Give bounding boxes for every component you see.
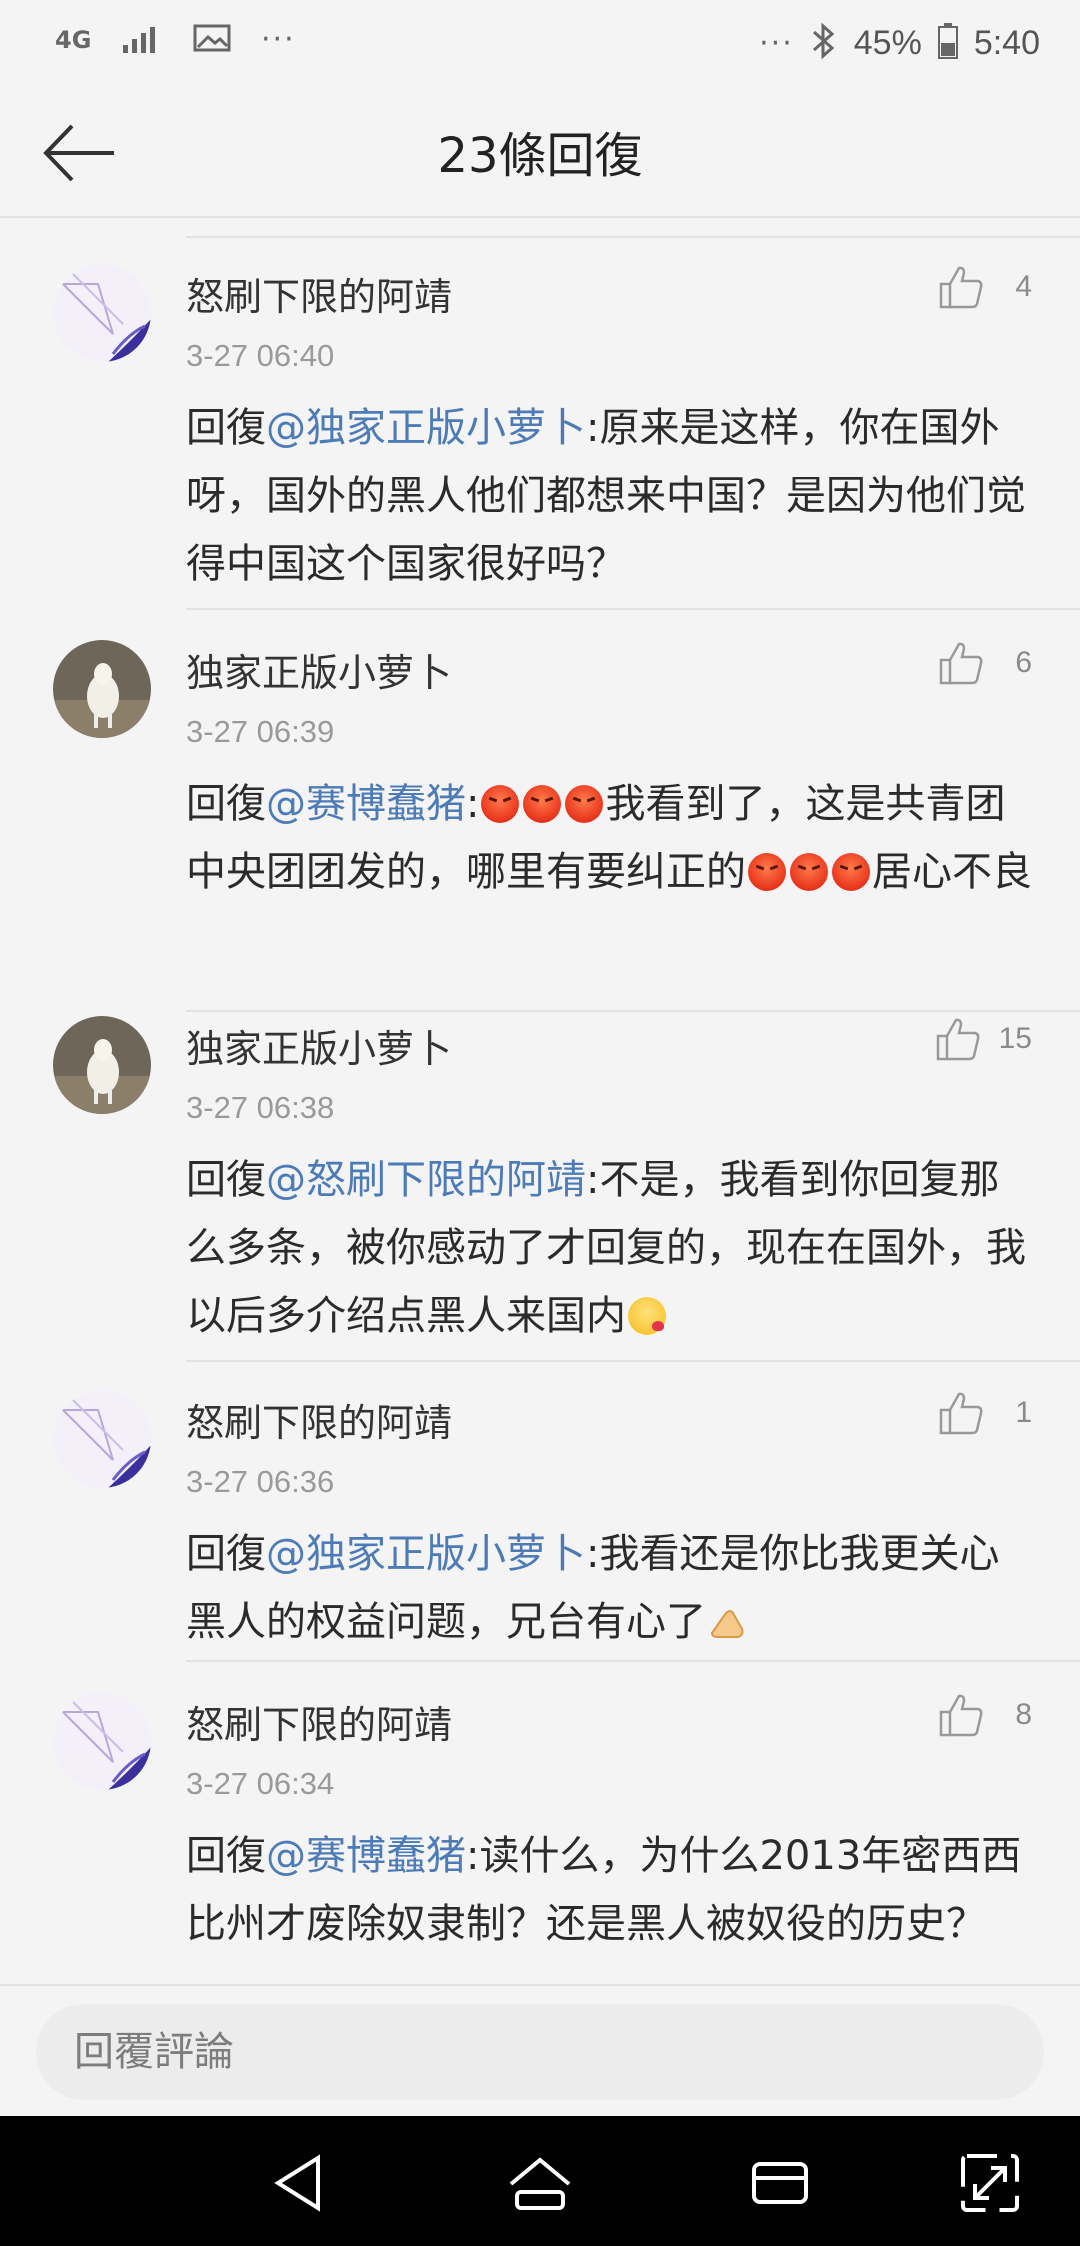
network-4g-icon: 4G [55,25,92,54]
comment-item: 怒刷下限的阿靖 3-27 06:36 1 回復@独家正版小萝卜:我看还是你比我更… [0,1390,1080,1662]
more-notifications-icon: ··· [261,22,296,57]
reply-input[interactable]: 回覆評論 [36,2004,1044,2100]
thumbs-up-icon [939,642,983,685]
comment-text: 回復@独家正版小萝卜:我看还是你比我更关心黑人的权益问题，兄台有心了 [186,1520,1036,1656]
reply-prefix: 回復 [186,781,266,827]
like-button[interactable]: 8 [938,1692,1032,1738]
like-button[interactable]: 4 [938,264,1032,310]
thumbs-up-icon [939,1694,983,1737]
comment-time: 3-27 06:39 [186,714,335,749]
like-button[interactable]: 1 [938,1390,1032,1436]
battery-percent: 45% [853,23,922,62]
reply-prefix: 回復 [186,1531,266,1577]
avatar[interactable] [53,264,151,362]
comment-content: : [466,781,480,827]
nav-back-icon [274,2154,320,2212]
thumbs-up-icon [936,1018,980,1061]
comment-content: 居心不良 [872,849,1032,895]
like-button[interactable]: 6 [938,640,1032,686]
mention-link[interactable]: @独家正版小萝卜 [266,1531,586,1577]
mention-link[interactable]: @怒刷下限的阿靖 [266,1157,586,1203]
reply-bar: 回覆評論 [0,1984,1080,2116]
signal-icon [121,23,163,57]
comment-author[interactable]: 独家正版小萝卜 [186,1018,452,1073]
comment-item: 怒刷下限的阿靖 3-27 06:34 8 回復@赛博蠢猪:读什么，为什么2013… [0,1692,1080,1984]
bluetooth-icon [810,22,838,64]
comment-author[interactable]: 怒刷下限的阿靖 [186,1694,452,1749]
comment-author[interactable]: 怒刷下限的阿靖 [186,1392,452,1447]
like-count: 1 [1015,1396,1032,1429]
divider [186,1660,1080,1662]
page-title: 23條回復 [437,128,643,184]
title-bar: 23條回復 [0,90,1080,218]
comment-text: 回復@赛博蠢猪:读什么，为什么2013年密西西比州才废除奴隶制？还是黑人被奴役的… [186,1822,1036,1958]
reply-prefix: 回復 [186,1157,266,1203]
comment-time: 3-27 06:38 [186,1090,335,1125]
comment-time: 3-27 06:36 [186,1464,335,1499]
comment-text: 回復@怒刷下限的阿靖:不是，我看到你回复那么多条，被你感动了才回复的，现在在国外… [186,1146,1036,1350]
comment-text: 回復@赛博蠢猪: 我看到了，这是共青团中央团团发的，哪里有要纠正的 居心不良 [186,770,1036,906]
avatar[interactable] [53,640,151,738]
expand-icon [961,2154,1019,2212]
mention-link[interactable]: @赛博蠢猪 [266,781,466,827]
mention-link[interactable]: @独家正版小萝卜 [266,405,586,451]
like-button[interactable]: 15 [935,1016,1032,1062]
divider [186,608,1080,610]
reply-prefix: 回復 [186,1833,266,1879]
divider [186,236,1080,238]
divider [186,1010,1080,1012]
angry-emoji-icon [523,785,562,823]
clock: 5:40 [973,23,1040,62]
reply-prefix: 回復 [186,405,266,451]
comment-author[interactable]: 独家正版小萝卜 [186,642,452,697]
angry-emoji-icon [832,853,870,891]
thumbs-up-icon [939,266,983,309]
clap-emoji-icon [708,1594,746,1638]
avatar[interactable] [53,1016,151,1114]
recents-icon [752,2162,808,2204]
angry-emoji-icon [748,853,786,891]
nav-expand-button[interactable] [955,2148,1025,2218]
angry-emoji-icon [481,785,520,823]
battery-icon [937,23,958,63]
comment-time: 3-27 06:40 [186,338,335,373]
system-nav-bar [0,2116,1080,2246]
comment-item: 怒刷下限的阿靖 3-27 06:40 4 回復@独家正版小萝卜:原来是这样，你在… [0,264,1080,610]
angry-emoji-icon [790,853,828,891]
like-count: 8 [1015,1698,1032,1731]
like-count: 6 [1015,646,1032,679]
avatar[interactable] [53,1390,151,1488]
home-icon [509,2157,571,2210]
thumbs-up-icon [939,1392,983,1435]
anime-avatar-icon [53,264,151,362]
divider [186,1360,1080,1362]
overflow-dots-icon: ··· [759,25,794,61]
comment-item: 独家正版小萝卜 3-27 06:39 6 回復@赛博蠢猪: 我看到了，这是共青团中… [0,640,1080,1012]
nav-recents-button[interactable] [745,2148,815,2218]
image-icon [193,23,231,57]
comment-text: 回復@独家正版小萝卜:原来是这样，你在国外呀，国外的黑人他们都想来中国？是因为他… [186,394,1036,598]
like-count: 15 [998,1022,1032,1055]
nav-back-button[interactable] [264,2148,334,2218]
goat-avatar-icon [53,1016,151,1114]
comment-item: 独家正版小萝卜 3-27 06:38 15 回復@怒刷下限的阿靖:不是，我看到你… [0,1016,1080,1362]
anime-avatar-icon [53,1390,151,1488]
status-bar: 4G ··· ··· 45% 5:40 [0,0,1080,90]
like-count: 4 [1015,270,1032,303]
anime-avatar-icon [53,1692,151,1790]
comment-author[interactable]: 怒刷下限的阿靖 [186,266,452,321]
avatar[interactable] [53,1692,151,1790]
nav-home-button[interactable] [505,2148,575,2218]
comment-list[interactable]: 怒刷下限的阿靖 3-27 06:40 4 回復@独家正版小萝卜:原来是这样，你在… [0,218,1080,1984]
mention-link[interactable]: @赛博蠢猪 [266,1833,466,1879]
comment-time: 3-27 06:34 [186,1766,335,1801]
angry-emoji-icon [565,785,604,823]
kiss-emoji-icon [628,1297,666,1335]
goat-avatar-icon [53,640,151,738]
